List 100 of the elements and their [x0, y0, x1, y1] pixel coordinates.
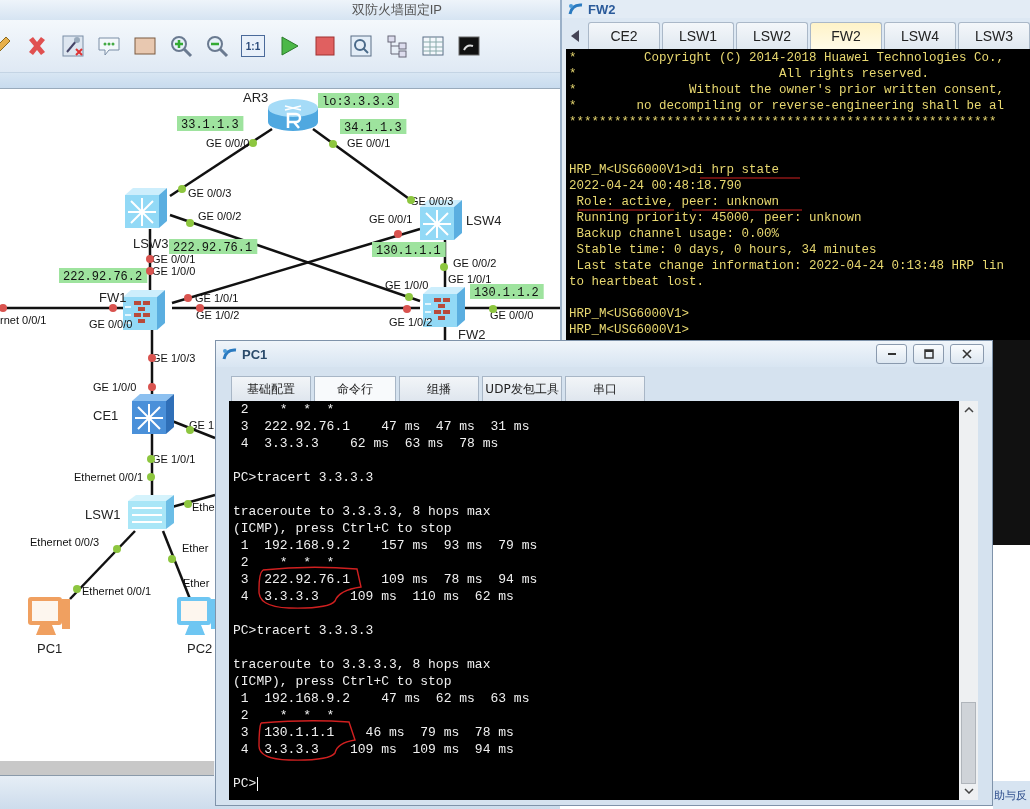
terminal-line: HRP_M<USG6000V1>: [569, 307, 690, 321]
terminal-line: 3 130.1.1.1 46 ms 79 ms 78 ms: [239, 725, 514, 740]
device-tab[interactable]: LSW4: [884, 22, 956, 49]
terminal-line: 2 * * *: [239, 555, 335, 570]
device-label: LSW4: [466, 213, 502, 228]
terminal-line: PC>tracert 3.3.3.3: [233, 470, 374, 485]
maximize-icon: [923, 349, 934, 359]
port-label: GE 0/0/1: [347, 137, 391, 149]
terminal-line: *********************************************************: [569, 115, 997, 129]
port-label: GE 1/0/0: [93, 381, 137, 393]
device-label: FW1: [99, 290, 127, 305]
terminal-icon[interactable]: [457, 34, 481, 58]
minimize-icon: [887, 353, 896, 355]
terminal-line: 2 * * *: [239, 708, 335, 723]
port-label: GE 1/0/1: [448, 273, 492, 285]
terminal-line: 2022-04-24 00:48:18.790: [569, 179, 742, 193]
terminal-line: 4 3.3.3.3 109 ms 109 ms 94 ms: [239, 742, 514, 757]
terminal-line: (ICMP), press Ctrl+C to stop: [233, 521, 452, 536]
ip-address-tag: 222.92.76.2: [59, 268, 148, 284]
terminal-line: Backup channel usage: 0.00%: [575, 227, 780, 241]
horizontal-scrollbar[interactable]: [0, 761, 214, 776]
console-icon: [222, 347, 238, 361]
terminal-prompt: PC>: [233, 776, 257, 791]
terminal-line: 1 192.168.9.2 157 ms 93 ms 79 ms: [239, 538, 538, 553]
port-label: Ethernet 0/0/1: [82, 585, 152, 597]
port-label: Ether: [182, 542, 209, 554]
ip-address-tag: 222.92.76.1: [169, 239, 258, 255]
tab[interactable]: UDP发包工具: [482, 376, 562, 401]
tab[interactable]: 基础配置: [231, 376, 311, 401]
ip-address-tag: lo:3.3.3.3: [318, 93, 399, 109]
device-tab[interactable]: LSW1: [662, 22, 734, 49]
device-label: PC2: [187, 641, 213, 656]
topology-icon[interactable]: [385, 34, 409, 58]
computer-icon[interactable]: [28, 597, 70, 635]
terminal-line: HRP_M<USG6000V1>di hrp state: [569, 163, 780, 177]
maximize-button[interactable]: [913, 344, 944, 364]
switch-icon[interactable]: [132, 394, 174, 434]
port-label: GE 1/0/2: [196, 309, 240, 321]
terminal-line: 2 * * *: [239, 402, 335, 417]
zoom-in-icon[interactable]: [169, 34, 193, 58]
close-button[interactable]: [950, 344, 984, 364]
rectangle-icon[interactable]: [133, 34, 157, 58]
terminal-line: traceroute to 3.3.3.3, 8 hops max: [233, 504, 491, 519]
terminal-line: 1 192.168.9.2 47 ms 62 ms 63 ms: [239, 691, 530, 706]
link-line: [171, 419, 216, 440]
port-label: GE 0/0/3: [188, 187, 232, 199]
terminal-line: 4 3.3.3.3 62 ms 63 ms 78 ms: [239, 436, 499, 451]
scrollbar[interactable]: [959, 401, 978, 800]
minimize-button[interactable]: [876, 344, 907, 364]
tab[interactable]: 命令行: [314, 376, 396, 401]
text-cursor: [257, 776, 259, 791]
terminal-line: (ICMP), press Ctrl+C to stop: [233, 674, 452, 689]
device-label: LSW1: [85, 507, 121, 522]
terminal-line: to heartbeat lost.: [569, 275, 705, 289]
zoom-out-icon[interactable]: [205, 34, 229, 58]
port-label: GE 1/0/0: [385, 279, 429, 291]
left-arrow-icon: [571, 30, 579, 42]
capture-icon[interactable]: [349, 34, 373, 58]
port-label: Ethernet 0/0/3: [30, 536, 100, 548]
comment-icon[interactable]: [97, 34, 121, 58]
device-tab[interactable]: LSW3: [958, 22, 1030, 49]
port-label: rnet 0/0/1: [0, 314, 47, 326]
grid-icon[interactable]: [421, 34, 445, 58]
link-line: [171, 493, 216, 509]
scrollbar-thumb[interactable]: [961, 702, 976, 784]
terminal-line: 3 222.92.76.1 47 ms 47 ms 31 ms: [239, 419, 530, 434]
port-label: GE 1/0/0: [152, 265, 196, 277]
router-icon[interactable]: [268, 99, 318, 131]
terminal-line: PC>tracert 3.3.3.3: [233, 623, 374, 638]
actual-size-button[interactable]: 1:1: [241, 35, 265, 57]
window-title: FW2: [588, 1, 616, 17]
device-label: CE1: [93, 408, 119, 423]
terminal-line: Stable time: 0 days, 0 hours, 34 minutes: [575, 243, 877, 257]
terminal-line: * no decompiling or reverse-engineering shall be al: [569, 99, 1005, 113]
terminal-line: traceroute to 3.3.3.3, 8 hops max: [233, 657, 491, 672]
ip-address-tag: 33.1.1.3: [177, 116, 244, 132]
device-tab[interactable]: CE2: [588, 22, 660, 49]
port-label: GE 0/0/1: [152, 253, 196, 265]
link-line: [150, 329, 154, 397]
terminal-line: Last state change information: 2022-04-24 0:13:48 HRP lin: [575, 259, 1005, 273]
console-icon: [568, 2, 584, 16]
link-line: [150, 433, 154, 495]
port-label: GE 0/0/2: [198, 210, 242, 222]
terminal-line: HRP_M<USG6000V1>: [569, 323, 690, 337]
switch-icon[interactable]: [128, 495, 174, 529]
port-label: Ethe: [192, 501, 215, 513]
port-label: Ethernet 0/0/1: [74, 471, 144, 483]
window-fragment-text: 助与反: [994, 787, 1027, 803]
tab[interactable]: 串口: [565, 376, 645, 401]
window-title: PC1: [242, 346, 268, 362]
device-label: AR3: [243, 90, 269, 105]
device-label: FW2: [458, 327, 486, 342]
device-tab[interactable]: LSW2: [736, 22, 808, 49]
device-tab[interactable]: FW2: [810, 22, 882, 49]
tab[interactable]: 组播: [399, 376, 479, 401]
stop-icon[interactable]: [313, 34, 337, 58]
close-icon: [962, 349, 972, 359]
unlink-icon[interactable]: [61, 34, 85, 58]
device-label: PC1: [37, 641, 63, 656]
switch-icon[interactable]: [125, 188, 167, 228]
